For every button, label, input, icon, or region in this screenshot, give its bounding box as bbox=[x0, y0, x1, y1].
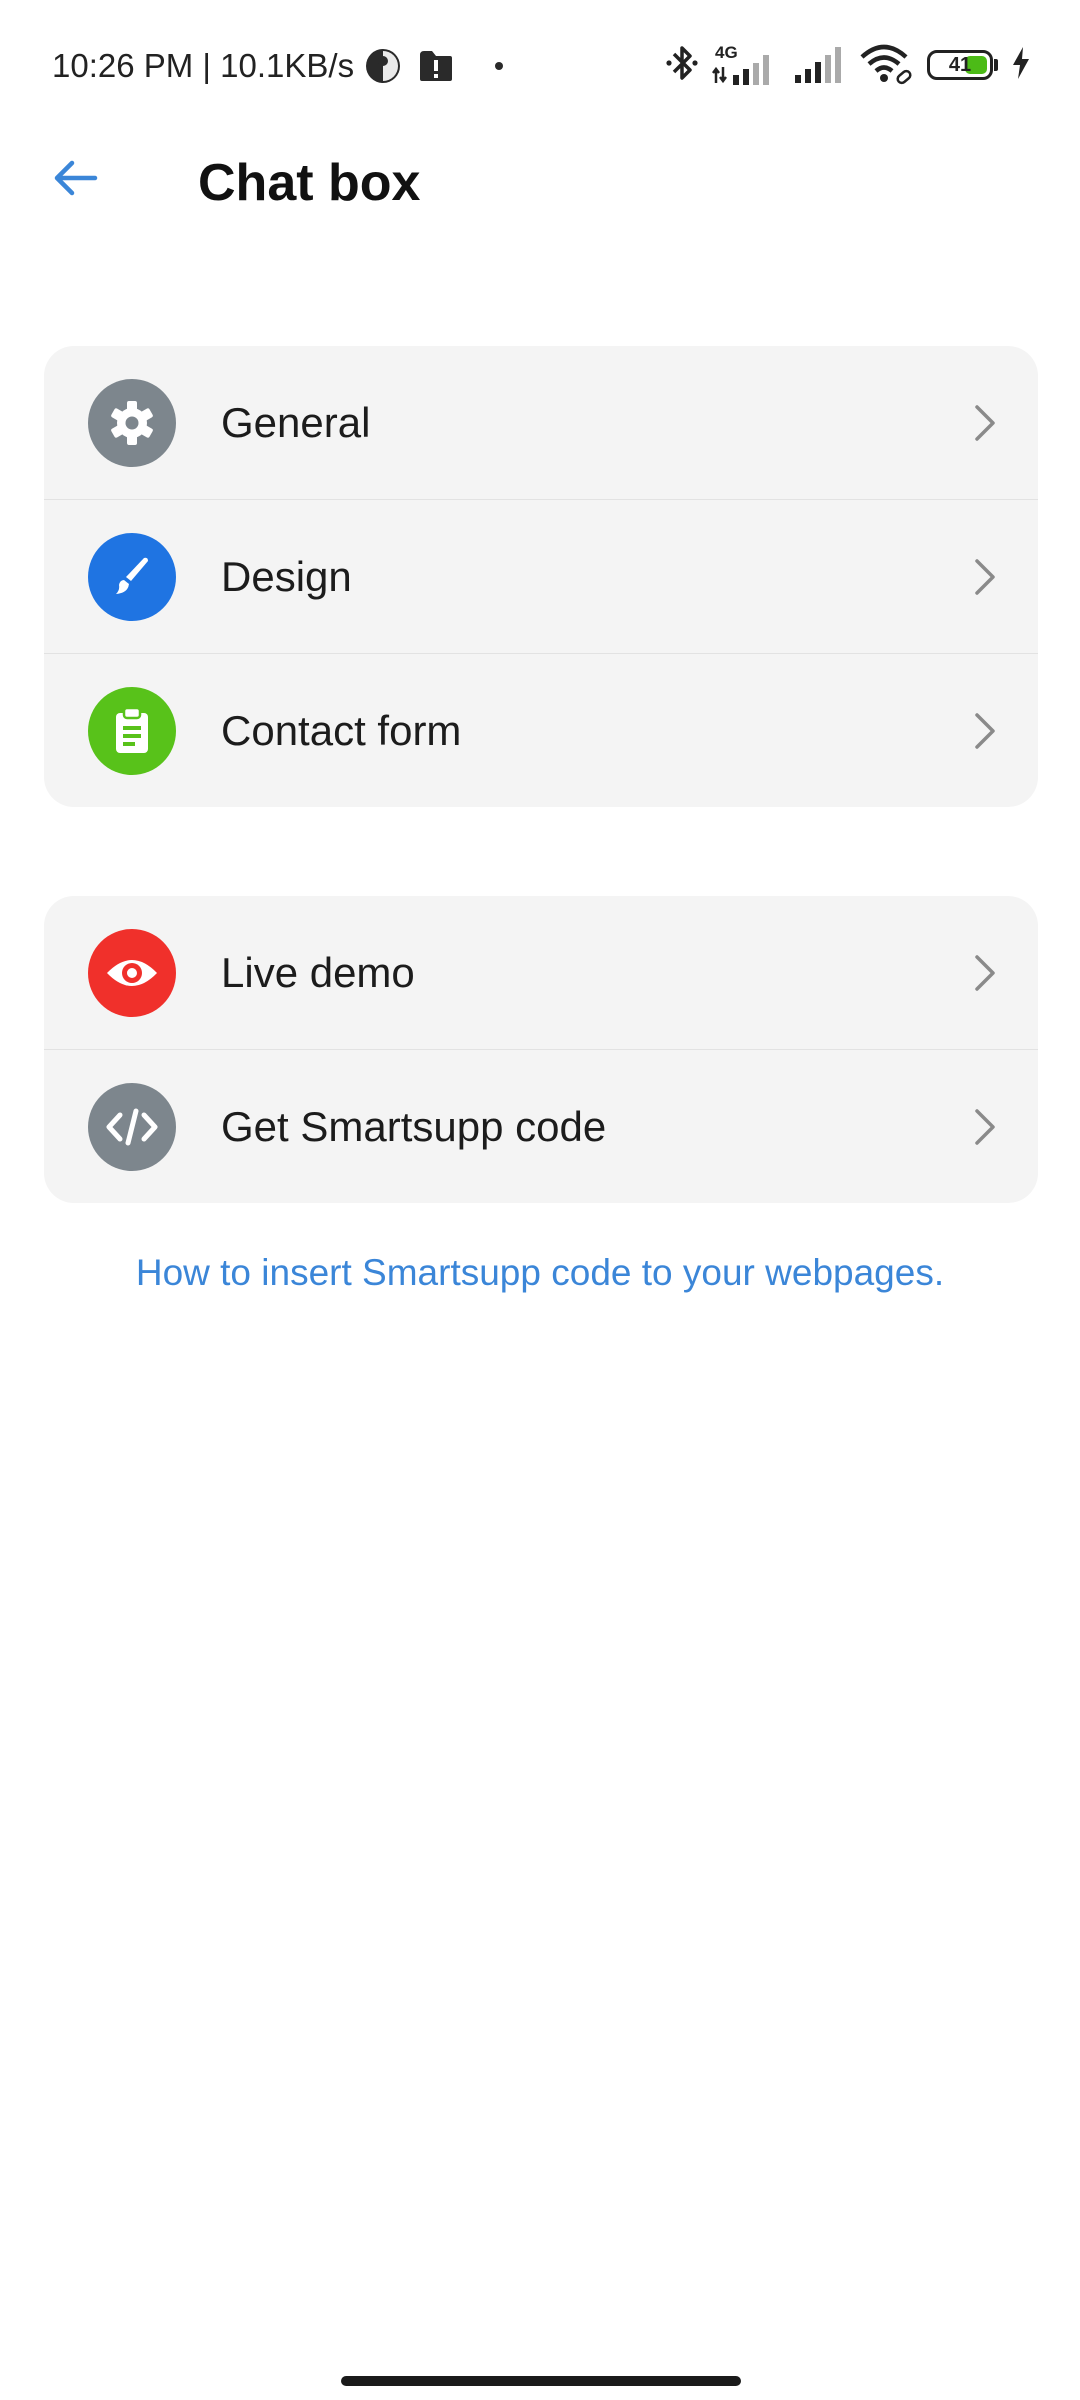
sd-card-icon bbox=[418, 49, 454, 83]
chevron-right-icon bbox=[970, 1107, 1000, 1147]
clipboard-icon bbox=[88, 686, 176, 775]
status-bar: 10:26 PM | 10.1KB/s 4G 41 bbox=[0, 0, 1080, 130]
arrow-left-icon bbox=[52, 154, 100, 207]
code-icon bbox=[88, 1082, 176, 1171]
signal-4g-icon: 4G bbox=[711, 43, 781, 87]
signal-icon bbox=[793, 41, 847, 90]
eye-icon bbox=[88, 928, 176, 1017]
settings-group-main: General Design Contact form bbox=[44, 346, 1038, 807]
battery-icon: 41 bbox=[927, 50, 998, 80]
privacy-icon bbox=[364, 47, 402, 85]
chevron-right-icon bbox=[970, 711, 1000, 751]
dot-icon bbox=[494, 61, 504, 71]
page-title: Chat box bbox=[198, 154, 421, 212]
settings-item-label: Contact form bbox=[221, 706, 462, 754]
battery-level-text: 41 bbox=[948, 54, 972, 76]
brush-icon bbox=[88, 532, 176, 621]
chevron-right-icon bbox=[970, 403, 1000, 443]
back-button[interactable] bbox=[44, 148, 108, 212]
help-link-insert-code[interactable]: How to insert Smartsupp code to your web… bbox=[0, 1252, 1080, 1294]
settings-item-general[interactable]: General bbox=[44, 346, 1038, 499]
settings-item-get-code[interactable]: Get Smartsupp code bbox=[44, 1049, 1038, 1203]
settings-item-design[interactable]: Design bbox=[44, 499, 1038, 653]
settings-item-live-demo[interactable]: Live demo bbox=[44, 896, 1038, 1049]
settings-item-label: Design bbox=[221, 552, 352, 600]
status-time-speed: 10:26 PM | 10.1KB/s bbox=[52, 47, 355, 84]
status-left: 10:26 PM | 10.1KB/s bbox=[52, 44, 504, 88]
gear-icon bbox=[88, 378, 176, 467]
wifi-icon bbox=[859, 41, 915, 90]
status-right: 4G 41 bbox=[665, 42, 1032, 88]
settings-item-label: Live demo bbox=[221, 948, 415, 996]
home-indicator[interactable] bbox=[341, 2376, 741, 2386]
chevron-right-icon bbox=[970, 953, 1000, 993]
settings-group-integration: Live demo Get Smartsupp code bbox=[44, 896, 1038, 1203]
settings-item-contact-form[interactable]: Contact form bbox=[44, 653, 1038, 807]
bluetooth-icon bbox=[665, 43, 699, 88]
charging-icon bbox=[1010, 45, 1032, 86]
settings-item-label: Get Smartsupp code bbox=[221, 1102, 607, 1150]
chevron-right-icon bbox=[970, 557, 1000, 597]
settings-item-label: General bbox=[221, 398, 371, 446]
